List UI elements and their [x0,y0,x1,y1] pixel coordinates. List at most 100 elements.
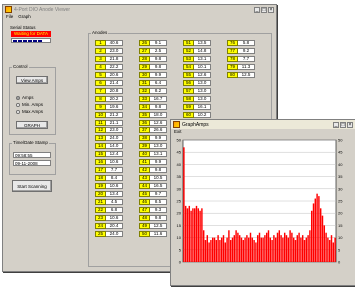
anode-value: 20.4 [106,222,123,229]
anode-cell: 40 13.1 [139,151,167,158]
menu-graph[interactable]: Graph [18,14,31,20]
chart-bar [300,237,302,262]
chart-bar [228,230,230,262]
view-amps-button[interactable]: View Amps [16,76,48,84]
anode-index: 57 [183,87,194,94]
anode-value: 16.7 [150,95,167,102]
chart-bar [192,208,194,262]
graph-minimize-icon[interactable]: _ [333,121,339,128]
menu-exit[interactable]: Exit [174,129,182,135]
anode-value: 7.7 [238,55,255,62]
anode-value: 9.9 [150,71,167,78]
anode-index: 76 [227,40,238,46]
chart-bar [312,203,315,262]
anode-index: 4 [95,63,106,70]
chart-bar [285,235,288,262]
chart-bar [260,237,263,262]
anode-index: 28 [139,55,150,62]
chart-bar [242,240,245,262]
anode-value: 20.8 [106,87,123,94]
progress-block [33,40,37,42]
anode-cell: 60 10.2 [183,111,211,118]
anode-index: 2 [95,47,106,54]
anode-cell: 54 10.1 [183,63,211,70]
y-tick-label-left: 50 [177,138,182,143]
serial-status-message: Waiting for DATA [11,31,51,37]
start-scanning-button[interactable]: Start Scanning [12,180,52,192]
anode-index: 8 [95,95,106,102]
y-tick-label-right: 10 [338,235,343,240]
anode-value: 20.2 [106,95,123,102]
radio-amps[interactable]: Amps [16,95,34,100]
chart-bar [229,240,232,262]
close-icon[interactable]: × [268,6,274,13]
minimize-icon[interactable]: _ [254,6,260,13]
anode-cell: 45 9.7 [139,191,167,198]
chart-bar [247,237,250,262]
anode-index: 77 [227,47,238,54]
maximize-icon[interactable]: □ [261,6,267,13]
progress-block [38,40,42,42]
anode-index: 11 [95,119,106,126]
chart-bar [199,210,201,262]
anode-cell: 77 9.2 [227,47,255,54]
anode-index: 42 [139,167,150,174]
anode-index: 39 [139,143,150,150]
anode-value: 20.6 [106,71,123,78]
graph-maximize-icon[interactable]: □ [340,121,346,128]
anode-index: 15 [95,151,106,158]
anode-cell: 76 5.8 [227,40,255,46]
anode-index: 44 [139,183,150,190]
graph-titlebar[interactable]: GraphAmps _ □ × [171,120,355,129]
chart-bar [303,240,306,262]
anode-value: 12.5 [150,222,167,229]
anode-cell: 15 12.4 [95,151,123,158]
chart-bar [186,208,189,262]
y-tick-label-right: 30 [338,186,343,191]
chart-bar [202,230,205,262]
anode-index: 26 [139,40,150,46]
y-tick-label-left: 0 [179,260,182,265]
main-titlebar[interactable]: 4-Port DIO Anode Viewer _ □ × [3,5,276,14]
anode-value: 23.0 [106,47,123,54]
anode-index: 52 [183,47,194,54]
anode-value: 8.4 [106,175,123,182]
anode-index: 25 [95,230,106,237]
radio-max-amps[interactable]: Max Amps [16,109,43,114]
anode-cell: 53 13.1 [183,55,211,62]
anode-cell: 16 10.6 [95,159,123,166]
chart-bar [267,230,270,262]
anode-index: 14 [95,143,106,150]
graph-button[interactable]: GRAPH [16,121,48,129]
anode-index: 18 [95,175,106,182]
anode-cell: 25 24.0 [95,230,123,237]
chart-bar [253,240,255,262]
anode-index: 16 [95,159,106,166]
anode-index: 20 [95,191,106,198]
y-tick-label-right: 50 [338,138,343,143]
anode-cell: 21 4.5 [95,199,123,205]
chart-bar [233,235,236,262]
chart-bar [328,240,331,262]
anode-cell: 51 13.5 [183,40,211,46]
radio-min-amps[interactable]: Min. Amps [16,102,43,107]
anode-value: 12.5 [238,71,255,78]
anode-value: 11.3 [238,63,255,70]
anode-value: 9.8 [150,214,167,221]
control-group: Control View Amps Amps Min. Amps Max Amp… [9,64,56,135]
graph-close-icon[interactable]: × [347,121,353,128]
anode-index: 49 [139,222,150,229]
y-tick-label-right: 45 [338,150,343,155]
anode-cell: 56 13.0 [183,79,211,86]
anode-index: 7 [95,87,106,94]
anode-cell: 37 26.6 [139,127,167,134]
progress-block [23,40,27,42]
chart-bar [204,240,207,262]
chart-bar [273,235,275,262]
anode-value: 9.8 [150,55,167,62]
chart-bar [294,240,297,262]
anode-cell: 34 9.8 [139,103,167,110]
menu-file[interactable]: File [6,14,13,20]
anodes-label: Anodes [91,30,109,35]
anode-index: 29 [139,63,150,70]
